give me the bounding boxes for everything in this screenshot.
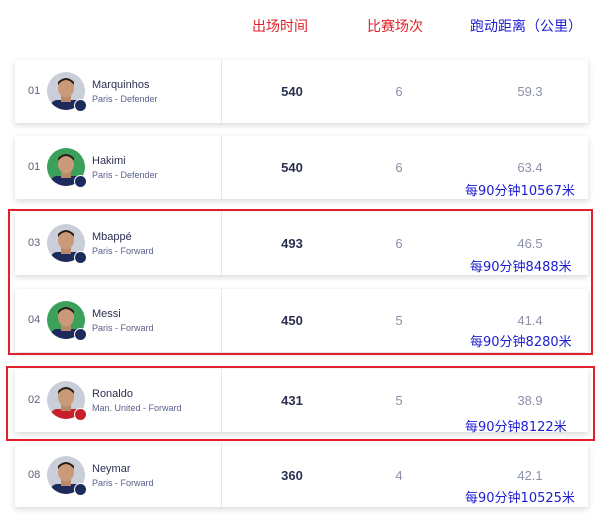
player-name[interactable]: Hakimi bbox=[92, 155, 126, 167]
minutes-value: 360 bbox=[281, 467, 303, 483]
player-rank: 08 bbox=[28, 468, 41, 481]
distance-value: 63.4 bbox=[517, 159, 543, 175]
psg-badge-icon bbox=[74, 482, 87, 496]
header-minutes: 出场时间 bbox=[252, 19, 308, 35]
player-avatar[interactable] bbox=[47, 147, 87, 188]
header-distance: 跑动距离（公里） bbox=[470, 19, 582, 35]
player-avatar[interactable] bbox=[47, 71, 87, 112]
highlight-box bbox=[6, 366, 595, 441]
column-divider bbox=[221, 136, 222, 199]
distance-per-90-annotation: 每90分钟10567米 bbox=[465, 184, 575, 199]
psg-badge-icon bbox=[74, 174, 87, 188]
player-avatar[interactable] bbox=[47, 455, 87, 496]
psg-badge-icon bbox=[74, 98, 87, 112]
player-name[interactable]: Marquinhos bbox=[92, 79, 149, 91]
minutes-value: 540 bbox=[281, 83, 303, 99]
header-matches: 比赛场次 bbox=[367, 19, 423, 35]
player-rank: 01 bbox=[28, 160, 41, 173]
matches-value: 6 bbox=[395, 159, 403, 175]
column-divider bbox=[221, 60, 222, 123]
matches-value: 6 bbox=[395, 83, 403, 99]
highlight-box bbox=[8, 209, 593, 355]
distance-value: 42.1 bbox=[517, 467, 543, 483]
player-name[interactable]: Neymar bbox=[92, 463, 131, 475]
player-rank: 01 bbox=[28, 84, 41, 97]
minutes-value: 540 bbox=[281, 159, 303, 175]
column-divider bbox=[221, 444, 222, 507]
distance-per-90-annotation: 每90分钟10525米 bbox=[465, 491, 575, 506]
player-team-position: Paris - Defender bbox=[92, 169, 158, 180]
distance-value: 59.3 bbox=[517, 83, 543, 99]
player-team-position: Paris - Forward bbox=[92, 477, 154, 488]
matches-value: 4 bbox=[395, 467, 403, 483]
player-team-position: Paris - Defender bbox=[92, 93, 158, 104]
player-row[interactable]: 01 Marquinhos Paris - Defender 540 6 59.… bbox=[15, 60, 588, 123]
